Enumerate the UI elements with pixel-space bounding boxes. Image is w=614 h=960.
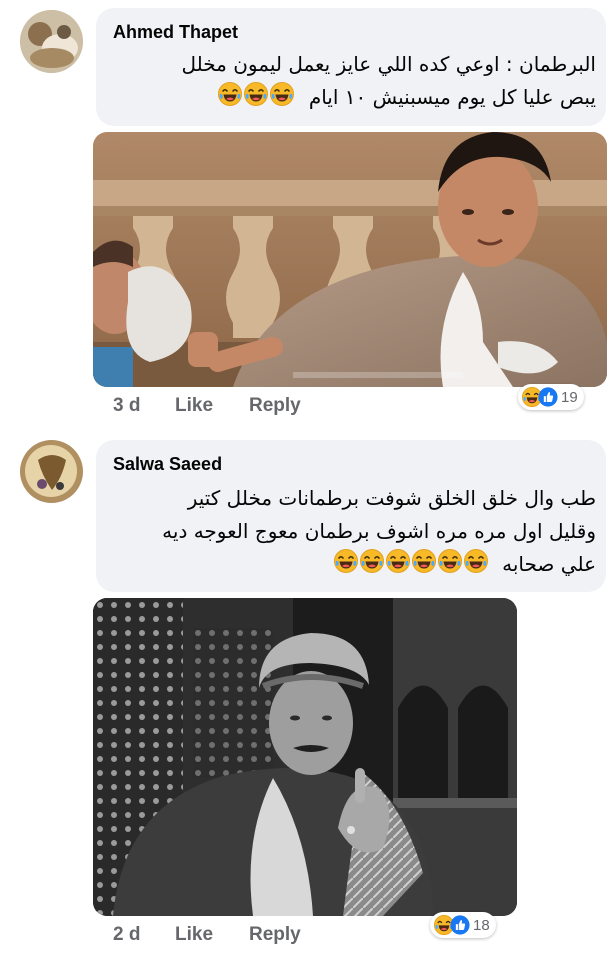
- comment-line-text: علي صحابه: [502, 552, 596, 576]
- like-reaction-icon: [450, 915, 470, 935]
- haha-emoji-icon: [333, 548, 358, 583]
- comment-line-with-emojis: يبص عليا كل يوم ميسبنيش ١٠ ايام: [116, 81, 596, 116]
- comment-line-with-emojis: علي صحابه: [116, 548, 596, 583]
- reaction-summary[interactable]: 18: [430, 912, 496, 938]
- comment-photo[interactable]: [93, 598, 517, 916]
- like-reaction-icon: [538, 387, 558, 407]
- comment-line: البرطمان : اوعي كده اللي عايز يعمل ليمون…: [181, 52, 597, 76]
- emoji-row: [218, 81, 296, 109]
- comment-text: طب وال خلق الخلق شوفت برطمانات مخلل كتير…: [116, 482, 596, 583]
- comment-line-text: يبص عليا كل يوم ميسبنيش ١٠ ايام: [308, 85, 596, 109]
- reaction-count: 18: [473, 916, 490, 934]
- haha-emoji-icon: [385, 548, 410, 583]
- avatar[interactable]: [20, 10, 83, 73]
- comment-line: وقليل اول مره مره اشوف برطمان معوج العوج…: [162, 519, 596, 543]
- haha-emoji-icon: [411, 548, 436, 583]
- comment-time[interactable]: 2 d: [113, 924, 140, 946]
- comment-photo[interactable]: [93, 132, 607, 387]
- comment-line: طب وال خلق الخلق شوفت برطمانات مخلل كتير: [187, 486, 596, 510]
- reply-button[interactable]: Reply: [249, 395, 301, 417]
- emoji-row: [333, 548, 490, 576]
- haha-emoji-icon: [437, 548, 462, 583]
- avatar[interactable]: [20, 440, 83, 503]
- like-button[interactable]: Like: [175, 395, 213, 417]
- reaction-summary[interactable]: 19: [518, 384, 584, 410]
- comment-text: البرطمان : اوعي كده اللي عايز يعمل ليمون…: [116, 48, 597, 116]
- like-button[interactable]: Like: [175, 924, 213, 946]
- comment-author[interactable]: Ahmed Thapet: [113, 22, 238, 43]
- reply-button[interactable]: Reply: [249, 924, 301, 946]
- haha-emoji-icon: [244, 81, 269, 116]
- haha-emoji-icon: [270, 81, 295, 116]
- haha-emoji-icon: [218, 81, 243, 116]
- comment-author[interactable]: Salwa Saeed: [113, 454, 222, 475]
- reaction-count: 19: [561, 388, 578, 406]
- haha-emoji-icon: [359, 548, 384, 583]
- haha-emoji-icon: [463, 548, 488, 583]
- comment-time[interactable]: 3 d: [113, 395, 140, 417]
